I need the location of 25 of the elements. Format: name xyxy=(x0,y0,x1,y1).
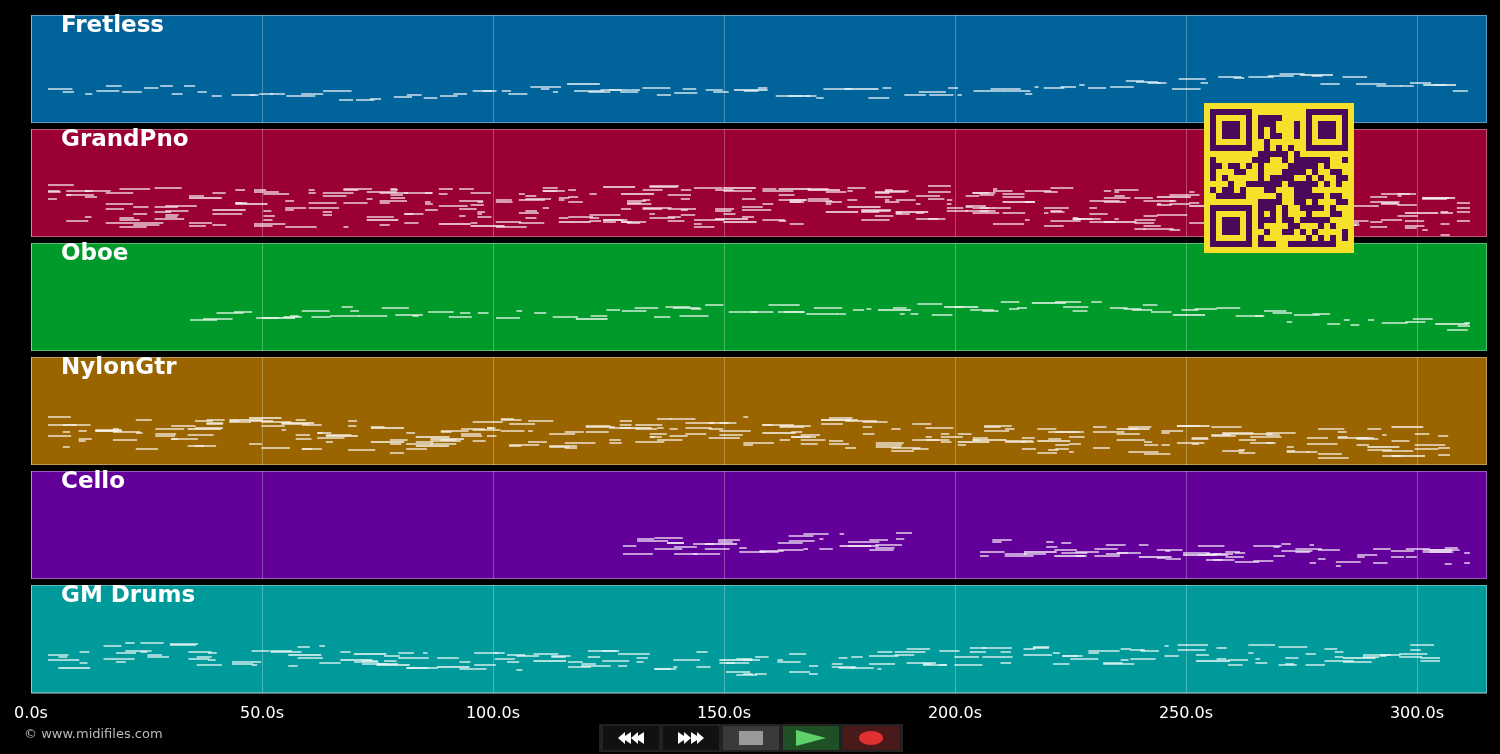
axis-tick-label: 200.0s xyxy=(927,703,983,722)
qr-code-icon xyxy=(1204,103,1354,253)
stop-button[interactable] xyxy=(723,726,779,750)
rewind-icon xyxy=(616,731,646,745)
axis-tick-label: 50.0s xyxy=(240,703,284,722)
axis-tick-label: 150.0s xyxy=(696,703,752,722)
track-name: GM Drums xyxy=(61,581,196,609)
track-name: Fretless xyxy=(61,11,165,39)
axis-tick-label: 0.0s xyxy=(14,703,48,722)
track-name: Cello xyxy=(61,467,126,495)
copyright-text: © www.midifiles.com xyxy=(24,726,163,741)
track-name: Oboe xyxy=(61,239,129,267)
track-name: GrandPno xyxy=(61,125,189,153)
play-button[interactable] xyxy=(783,726,839,750)
rewind-button[interactable] xyxy=(603,726,659,750)
stop-icon xyxy=(739,731,763,745)
axis-tick-label: 300.0s xyxy=(1389,703,1445,722)
track-name: NylonGtr xyxy=(61,353,177,381)
fast-forward-button[interactable] xyxy=(663,726,719,750)
play-icon xyxy=(796,730,826,746)
record-icon xyxy=(859,731,883,745)
axis-tick-label: 100.0s xyxy=(465,703,521,722)
axis-tick-label: 250.0s xyxy=(1158,703,1214,722)
fast-forward-icon xyxy=(676,731,706,745)
record-button[interactable] xyxy=(843,726,899,750)
